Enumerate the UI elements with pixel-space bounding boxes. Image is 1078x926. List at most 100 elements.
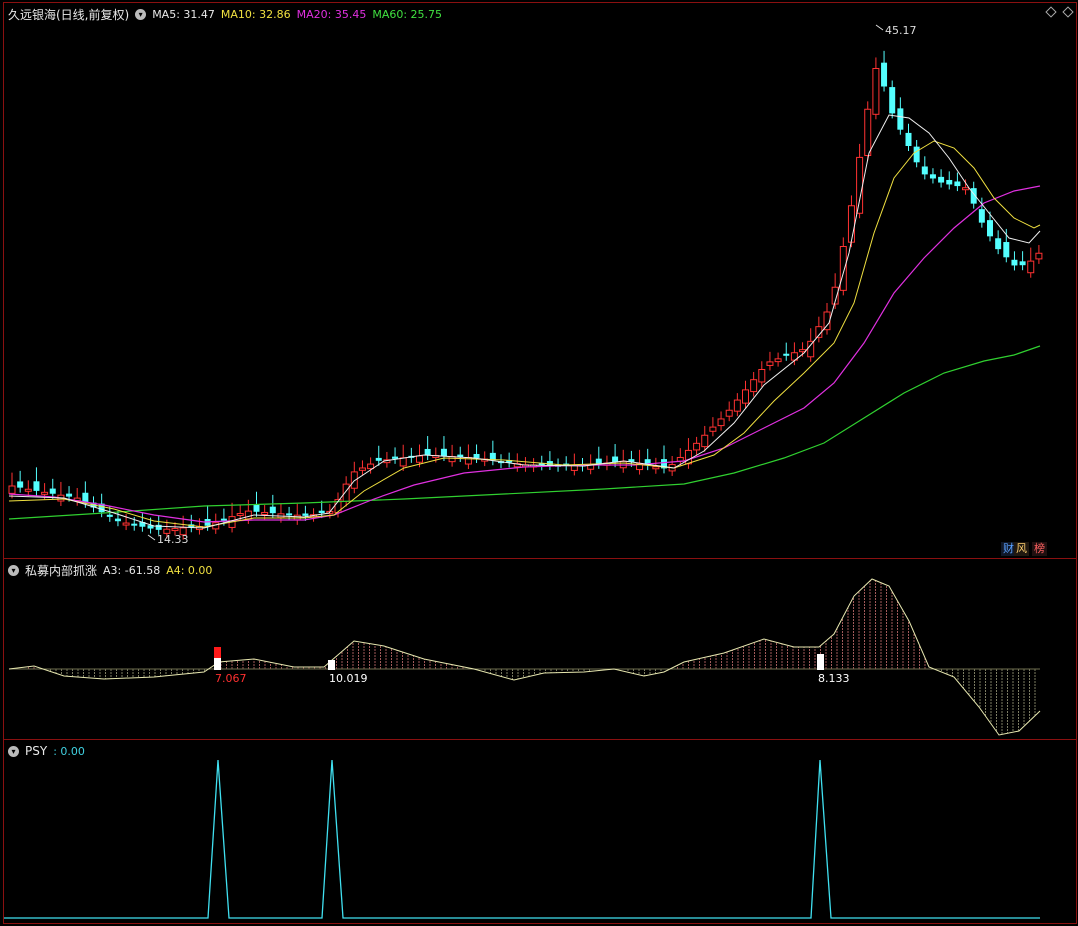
- candlestick-chart: 45.17 14.33: [8, 24, 1043, 546]
- candle-body: [995, 238, 1002, 250]
- candle-body: [24, 488, 32, 492]
- candle-body: [261, 511, 269, 515]
- candle-body: [1003, 242, 1010, 258]
- candle-body: [612, 456, 619, 463]
- candle-body: [358, 467, 366, 471]
- chevron-down-icon[interactable]: ▾: [135, 8, 147, 20]
- indicator-pane[interactable]: ▾ 私募内部抓涨 A3: -61.58 A4: 0.00 7.067 10.01…: [3, 558, 1077, 740]
- kline-header: 久远银海(日线,前复权) ▾ MA5: 31.47 MA10: 32.86 MA…: [8, 6, 442, 22]
- high-pointer: [875, 24, 884, 31]
- low-pointer: [147, 534, 156, 541]
- risk-badge[interactable]: 风: [1014, 542, 1029, 556]
- signal-value: 8.133: [818, 672, 850, 685]
- candle-body: [701, 434, 709, 448]
- ma60-line: [8, 345, 1041, 520]
- candle-body: [350, 471, 358, 489]
- candle-body: [1027, 260, 1035, 274]
- candle-body: [889, 87, 896, 114]
- candle-body: [424, 448, 431, 456]
- signal-marker: [214, 658, 221, 670]
- candle-body: [750, 379, 758, 393]
- ma10-line: [8, 140, 1041, 528]
- indicator-title[interactable]: 私募内部抓涨: [25, 562, 97, 579]
- candle-body: [807, 340, 815, 358]
- a3-label: A3: -61.58: [103, 563, 161, 577]
- psy-value: : 0.00: [53, 744, 85, 758]
- candle-body: [717, 418, 725, 427]
- candle-body: [1019, 261, 1026, 266]
- candle-body: [302, 513, 309, 516]
- signal-marker: [817, 654, 824, 670]
- chevron-down-icon[interactable]: ▾: [8, 564, 19, 576]
- candle-body: [244, 510, 252, 520]
- candle-body: [342, 483, 350, 502]
- candle-body: [987, 220, 993, 237]
- ma20-label: MA20: 35.45: [296, 7, 367, 21]
- a4-label: A4: 0.00: [166, 563, 213, 577]
- date-axis: [3, 920, 1077, 926]
- psy-line: [4, 759, 1040, 919]
- candle-body: [269, 506, 276, 514]
- candle-body: [742, 389, 749, 404]
- candle-body: [783, 353, 790, 356]
- candle-body: [847, 205, 855, 243]
- candle-body: [33, 481, 40, 491]
- candle-body: [106, 514, 113, 517]
- candle-body: [733, 399, 741, 412]
- candle-body: [318, 510, 325, 514]
- candle-body: [709, 426, 717, 432]
- candle-body: [881, 62, 888, 87]
- psy-title[interactable]: PSY: [25, 744, 47, 758]
- chevron-down-icon[interactable]: ▾: [8, 745, 19, 757]
- ma5-label: MA5: 31.47: [152, 7, 215, 21]
- candle-body: [220, 518, 227, 521]
- candle-body: [375, 457, 382, 461]
- indicator-line: [8, 578, 1041, 736]
- high-label: 45.17: [885, 24, 917, 37]
- candle-body: [897, 108, 904, 130]
- candle-body: [774, 358, 782, 363]
- candle-body: [253, 504, 260, 512]
- ma60-label: MA60: 25.75: [372, 7, 443, 21]
- candle-body: [399, 457, 407, 467]
- candle-body: [962, 187, 970, 191]
- candle-body: [725, 409, 733, 417]
- candle-body: [1011, 259, 1018, 266]
- candle-body: [929, 174, 936, 179]
- candle-body: [652, 466, 660, 470]
- psy-header: ▾ PSY : 0.00: [8, 743, 85, 759]
- low-label: 14.33: [157, 533, 189, 546]
- kline-pane[interactable]: 久远银海(日线,前复权) ▾ MA5: 31.47 MA10: 32.86 MA…: [3, 2, 1077, 559]
- rank-badge[interactable]: 榜: [1032, 542, 1047, 556]
- candle-body: [864, 108, 872, 157]
- candle-body: [8, 485, 16, 494]
- candle-body: [236, 513, 244, 517]
- candle-body: [1035, 252, 1043, 260]
- candle-body: [66, 493, 73, 497]
- candle-body: [473, 453, 480, 458]
- candle-body: [41, 491, 49, 495]
- candle-body: [954, 181, 961, 187]
- signal-value: 10.019: [329, 672, 368, 685]
- candle-body: [114, 518, 121, 522]
- ma10-label: MA10: 32.86: [220, 7, 291, 21]
- candle-body: [286, 513, 293, 516]
- candle-body: [49, 488, 56, 494]
- candle-body: [122, 522, 130, 526]
- stock-title[interactable]: 久远银海(日线,前复权): [8, 6, 129, 23]
- indicator-header: ▾ 私募内部抓涨 A3: -61.58 A4: 0.00: [8, 562, 212, 578]
- candle-body: [392, 456, 399, 459]
- ma20-line: [8, 185, 1041, 523]
- psy-pane[interactable]: ▾ PSY : 0.00: [3, 739, 1077, 924]
- candle-body: [872, 68, 880, 115]
- candle-body: [693, 442, 701, 451]
- candle-body: [766, 361, 774, 366]
- candle-body: [946, 179, 953, 185]
- candle-body: [758, 369, 766, 383]
- candle-body: [684, 449, 692, 465]
- candle-body: [938, 176, 945, 183]
- signal-marker: [328, 660, 335, 670]
- candle-body: [905, 132, 912, 146]
- candle-body: [416, 455, 423, 463]
- candle-body: [171, 528, 179, 532]
